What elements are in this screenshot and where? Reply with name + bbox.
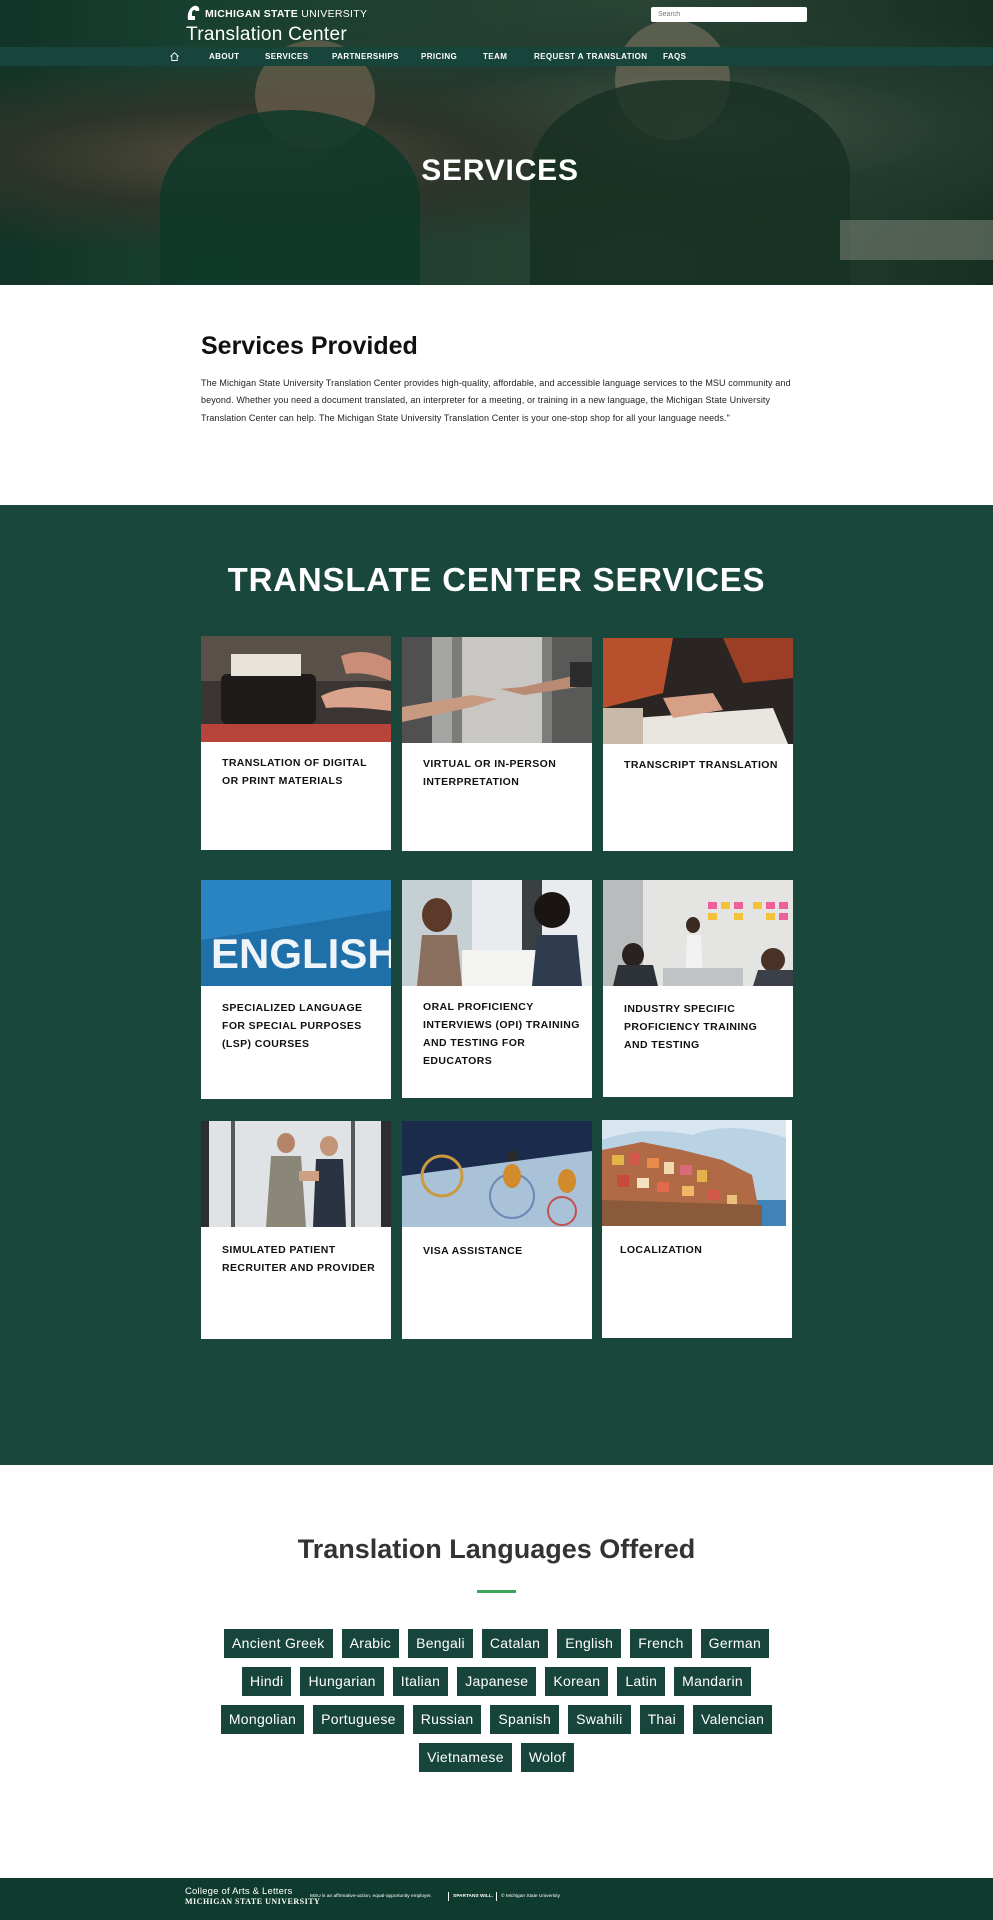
language-tag: Mandarin	[674, 1667, 751, 1696]
cliff-village-photo	[602, 1120, 786, 1226]
university-wordmark: MICHIGAN STATE UNIVERSITY	[185, 1897, 321, 1906]
service-card-localization[interactable]: LOCALIZATION	[602, 1120, 792, 1338]
nav-services[interactable]: SERVICES	[265, 52, 309, 61]
nav-partnerships[interactable]: PARTNERSHIPS	[332, 52, 399, 61]
language-tag: Swahili	[568, 1705, 631, 1734]
language-tag: Japanese	[457, 1667, 537, 1696]
service-card-label: VISA ASSISTANCE	[423, 1245, 523, 1257]
service-card-transcript[interactable]: TRANSCRIPT TRANSLATION	[603, 638, 793, 851]
main-nav: ABOUT SERVICES PARTNERSHIPS PRICING TEAM…	[0, 47, 993, 66]
service-card-simulated-patient[interactable]: SIMULATED PATIENT RECRUITER AND PROVIDER	[201, 1121, 391, 1339]
passport-photo	[402, 1121, 592, 1227]
language-tag: French	[630, 1629, 692, 1658]
service-card-translation[interactable]: TRANSLATION OF DIGITAL OR PRINT MATERIAL…	[201, 636, 391, 850]
nav-request-translation[interactable]: REQUEST A TRANSLATION	[534, 52, 647, 61]
language-row: Vietnamese Wolof	[0, 1743, 993, 1772]
service-card-label: SPECIALIZED LANGUAGE FOR SPECIAL PURPOSE…	[222, 1002, 363, 1050]
translate-services-section: TRANSLATE CENTER SERVICES TRANSLATION OF…	[0, 505, 993, 1465]
services-provided-heading: Services Provided	[201, 332, 418, 360]
service-card-interpretation[interactable]: VIRTUAL OR IN-PERSON INTERPRETATION	[402, 637, 592, 851]
language-tag: Ancient Greek	[223, 1629, 333, 1658]
service-card-label: ORAL PROFICIENCY INTERVIEWS (OPI) TRAINI…	[423, 1001, 580, 1067]
university-name-light: UNIVERSITY	[301, 7, 368, 20]
nav-pricing[interactable]: PRICING	[421, 52, 457, 61]
language-tag: Thai	[639, 1705, 685, 1734]
language-tag: Italian	[392, 1667, 449, 1696]
site-title[interactable]: Translation Center	[186, 24, 367, 46]
language-tag: German	[700, 1629, 770, 1658]
copyright: © Michigan State University	[501, 1894, 560, 1899]
college-wordmark[interactable]: College of Arts & Letters MICHIGAN STATE…	[185, 1886, 320, 1906]
footer-divider	[496, 1892, 497, 1901]
nav-team[interactable]: TEAM	[483, 52, 507, 61]
handshake-photo	[201, 1121, 391, 1227]
english-sign-photo: ENGLISH	[201, 880, 391, 986]
spartan-helmet-icon	[187, 5, 200, 20]
search-input[interactable]	[651, 7, 807, 22]
translate-services-heading: TRANSLATE CENTER SERVICES	[227, 561, 766, 598]
hero-title: SERVICES	[421, 154, 579, 187]
home-icon[interactable]	[169, 51, 180, 62]
nav-about[interactable]: ABOUT	[209, 52, 239, 61]
language-tag: Korean	[545, 1667, 609, 1696]
hands-reaching-photo	[402, 637, 592, 743]
office-meeting-photo	[603, 880, 793, 986]
service-card-label: INDUSTRY SPECIFIC PROFICIENCY TRAINING A…	[624, 1003, 758, 1051]
language-tag: Bengali	[408, 1629, 473, 1658]
spartans-will: SPARTANS WILL.	[453, 1894, 494, 1899]
service-card-lsp[interactable]: ENGLISH SPECIALIZED LANGUAGE FOR SPECIAL…	[201, 880, 391, 1099]
english-sign-text: ENGLISH	[211, 930, 391, 977]
language-row: Ancient Greek Arabic Bengali Catalan Eng…	[0, 1629, 993, 1658]
language-tag: Spanish	[490, 1705, 560, 1734]
eeo-statement: MSU is an affirmative-action, equal-oppo…	[310, 1894, 432, 1899]
language-tag: Hindi	[242, 1667, 292, 1696]
language-tag: Latin	[617, 1667, 666, 1696]
services-provided-text: The Michigan State University Translatio…	[201, 378, 791, 423]
language-tag: Arabic	[341, 1629, 400, 1658]
language-tag: Russian	[412, 1705, 482, 1734]
service-card-opi[interactable]: ORAL PROFICIENCY INTERVIEWS (OPI) TRAINI…	[402, 880, 592, 1098]
languages-heading: Translation Languages Offered	[297, 1534, 696, 1564]
service-card-label: VIRTUAL OR IN-PERSON INTERPRETATION	[423, 758, 557, 788]
service-card-label: SIMULATED PATIENT RECRUITER AND PROVIDER	[222, 1244, 376, 1274]
language-tag: English	[557, 1629, 622, 1658]
language-tag: Portuguese	[313, 1705, 404, 1734]
hero-banner: MICHIGAN STATE UNIVERSITY Translation Ce…	[0, 0, 993, 285]
language-row: Mongolian Portuguese Russian Spanish Swa…	[0, 1705, 993, 1734]
service-card-label: TRANSLATION OF DIGITAL OR PRINT MATERIAL…	[222, 757, 367, 787]
language-tag: Mongolian	[220, 1705, 305, 1734]
language-tag: Catalan	[481, 1629, 549, 1658]
nav-faqs[interactable]: FAQS	[663, 52, 686, 61]
site-footer: College of Arts & Letters MICHIGAN STATE…	[0, 1878, 993, 1920]
language-tag: Valencian	[693, 1705, 773, 1734]
signing-document-photo	[603, 638, 793, 744]
service-card-visa[interactable]: VISA ASSISTANCE	[402, 1121, 592, 1339]
service-card-industry[interactable]: INDUSTRY SPECIFIC PROFICIENCY TRAINING A…	[603, 880, 793, 1097]
interview-photo	[402, 880, 592, 986]
heading-underline	[477, 1590, 516, 1593]
service-card-label: LOCALIZATION	[620, 1244, 703, 1256]
language-tag: Vietnamese	[419, 1743, 512, 1772]
site-brand[interactable]: MICHIGAN STATE UNIVERSITY Translation Ce…	[186, 5, 367, 46]
language-tag: Hungarian	[300, 1667, 384, 1696]
language-row: Hindi Hungarian Italian Japanese Korean …	[0, 1667, 993, 1696]
college-name: College of Arts & Letters	[185, 1886, 293, 1897]
language-tag: Wolof	[520, 1743, 574, 1772]
typewriter-photo	[201, 636, 391, 742]
footer-divider	[448, 1892, 449, 1901]
service-card-label: TRANSCRIPT TRANSLATION	[624, 759, 778, 771]
university-name-bold: MICHIGAN STATE	[205, 7, 299, 20]
